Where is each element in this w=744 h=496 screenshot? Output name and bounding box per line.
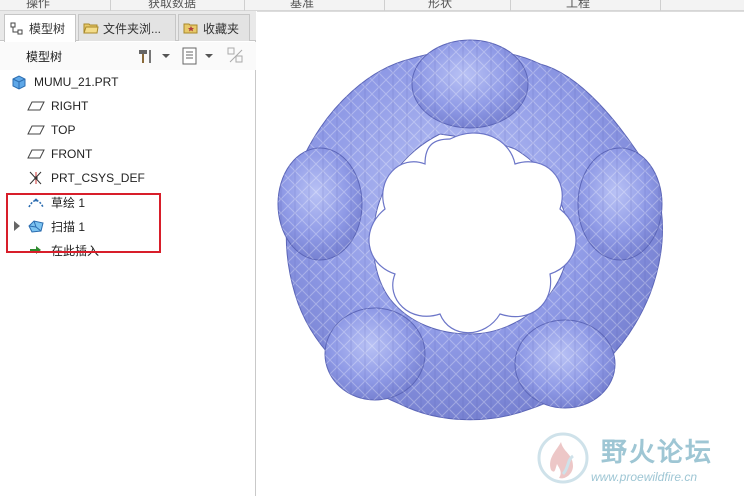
chevron-down-icon[interactable] (162, 54, 170, 58)
tree-item-label: FRONT (51, 147, 93, 161)
app-window: 操作 获取数据 基准 形状 工程 模型树 文件夹浏... 收藏夹 模型树 MUM… (0, 0, 744, 496)
tree-item-top[interactable]: TOP (27, 120, 75, 140)
folder-icon (83, 20, 99, 36)
ribbon-separator (384, 0, 385, 11)
chevron-down-icon[interactable] (205, 54, 213, 58)
ribbon-group-get-data[interactable]: 获取数据 (148, 0, 196, 11)
tree-root-part[interactable]: MUMU_21.PRT (10, 72, 118, 92)
ribbon-group-datum[interactable]: 基准 (290, 0, 314, 11)
ribbon-group-engineering[interactable]: 工程 (566, 0, 590, 11)
favorites-folder-icon (183, 20, 199, 36)
ribbon-separator (660, 0, 661, 11)
ribbon-separator (110, 0, 111, 11)
flame-logo-icon (537, 432, 589, 484)
navigator-panel: 模型树 文件夹浏... 收藏夹 模型树 MUMU_21.PRT RIGHT TO… (0, 11, 256, 496)
model-tree-toolbar: 模型树 (0, 42, 256, 70)
tree-item-right[interactable]: RIGHT (27, 96, 88, 116)
tree-item-label: MUMU_21.PRT (34, 75, 119, 89)
datum-plane-icon (27, 98, 45, 114)
annotation-highlight-box (6, 193, 161, 253)
hammer-settings-icon[interactable] (136, 46, 156, 66)
datum-plane-icon (27, 122, 45, 138)
csys-icon (27, 170, 45, 186)
model-render (277, 39, 663, 421)
tree-item-label: PRT_CSYS_DEF (51, 171, 145, 185)
tab-label: 文件夹浏... (103, 21, 162, 36)
tab-model-tree[interactable]: 模型树 (4, 14, 76, 42)
watermark-title: 野火论坛 (601, 437, 714, 467)
ribbon-separator (510, 0, 511, 11)
ribbon-group-shapes[interactable]: 形状 (428, 0, 452, 11)
datum-plane-icon (27, 146, 45, 162)
model-tree-title: 模型树 (26, 50, 63, 64)
ribbon-group-labels: 操作 获取数据 基准 形状 工程 (0, 0, 744, 11)
ribbon-group-operations[interactable]: 操作 (26, 0, 50, 11)
show-options-icon[interactable] (180, 46, 200, 66)
viewport-border (257, 11, 744, 12)
tree-item-front[interactable]: FRONT (27, 144, 92, 164)
model-tree-icon (9, 21, 25, 37)
tab-favorites[interactable]: 收藏夹 (178, 14, 250, 41)
tree-item-label: TOP (51, 123, 76, 137)
part-icon (10, 74, 28, 90)
tree-item-label: RIGHT (51, 99, 89, 113)
filter-disabled-icon[interactable] (226, 46, 246, 66)
ribbon-separator (244, 0, 245, 11)
tab-label: 收藏夹 (203, 21, 240, 36)
tab-folder-browser[interactable]: 文件夹浏... (78, 14, 176, 41)
tree-item-csys[interactable]: PRT_CSYS_DEF (27, 168, 145, 188)
forum-watermark: 野火论坛 www.proewildfire.cn (533, 428, 743, 494)
watermark-url: www.proewildfire.cn (591, 470, 698, 484)
graphics-viewport[interactable] (257, 11, 744, 496)
tab-label: 模型树 (29, 22, 66, 36)
navigator-tabbar: 模型树 文件夹浏... 收藏夹 (0, 11, 256, 42)
